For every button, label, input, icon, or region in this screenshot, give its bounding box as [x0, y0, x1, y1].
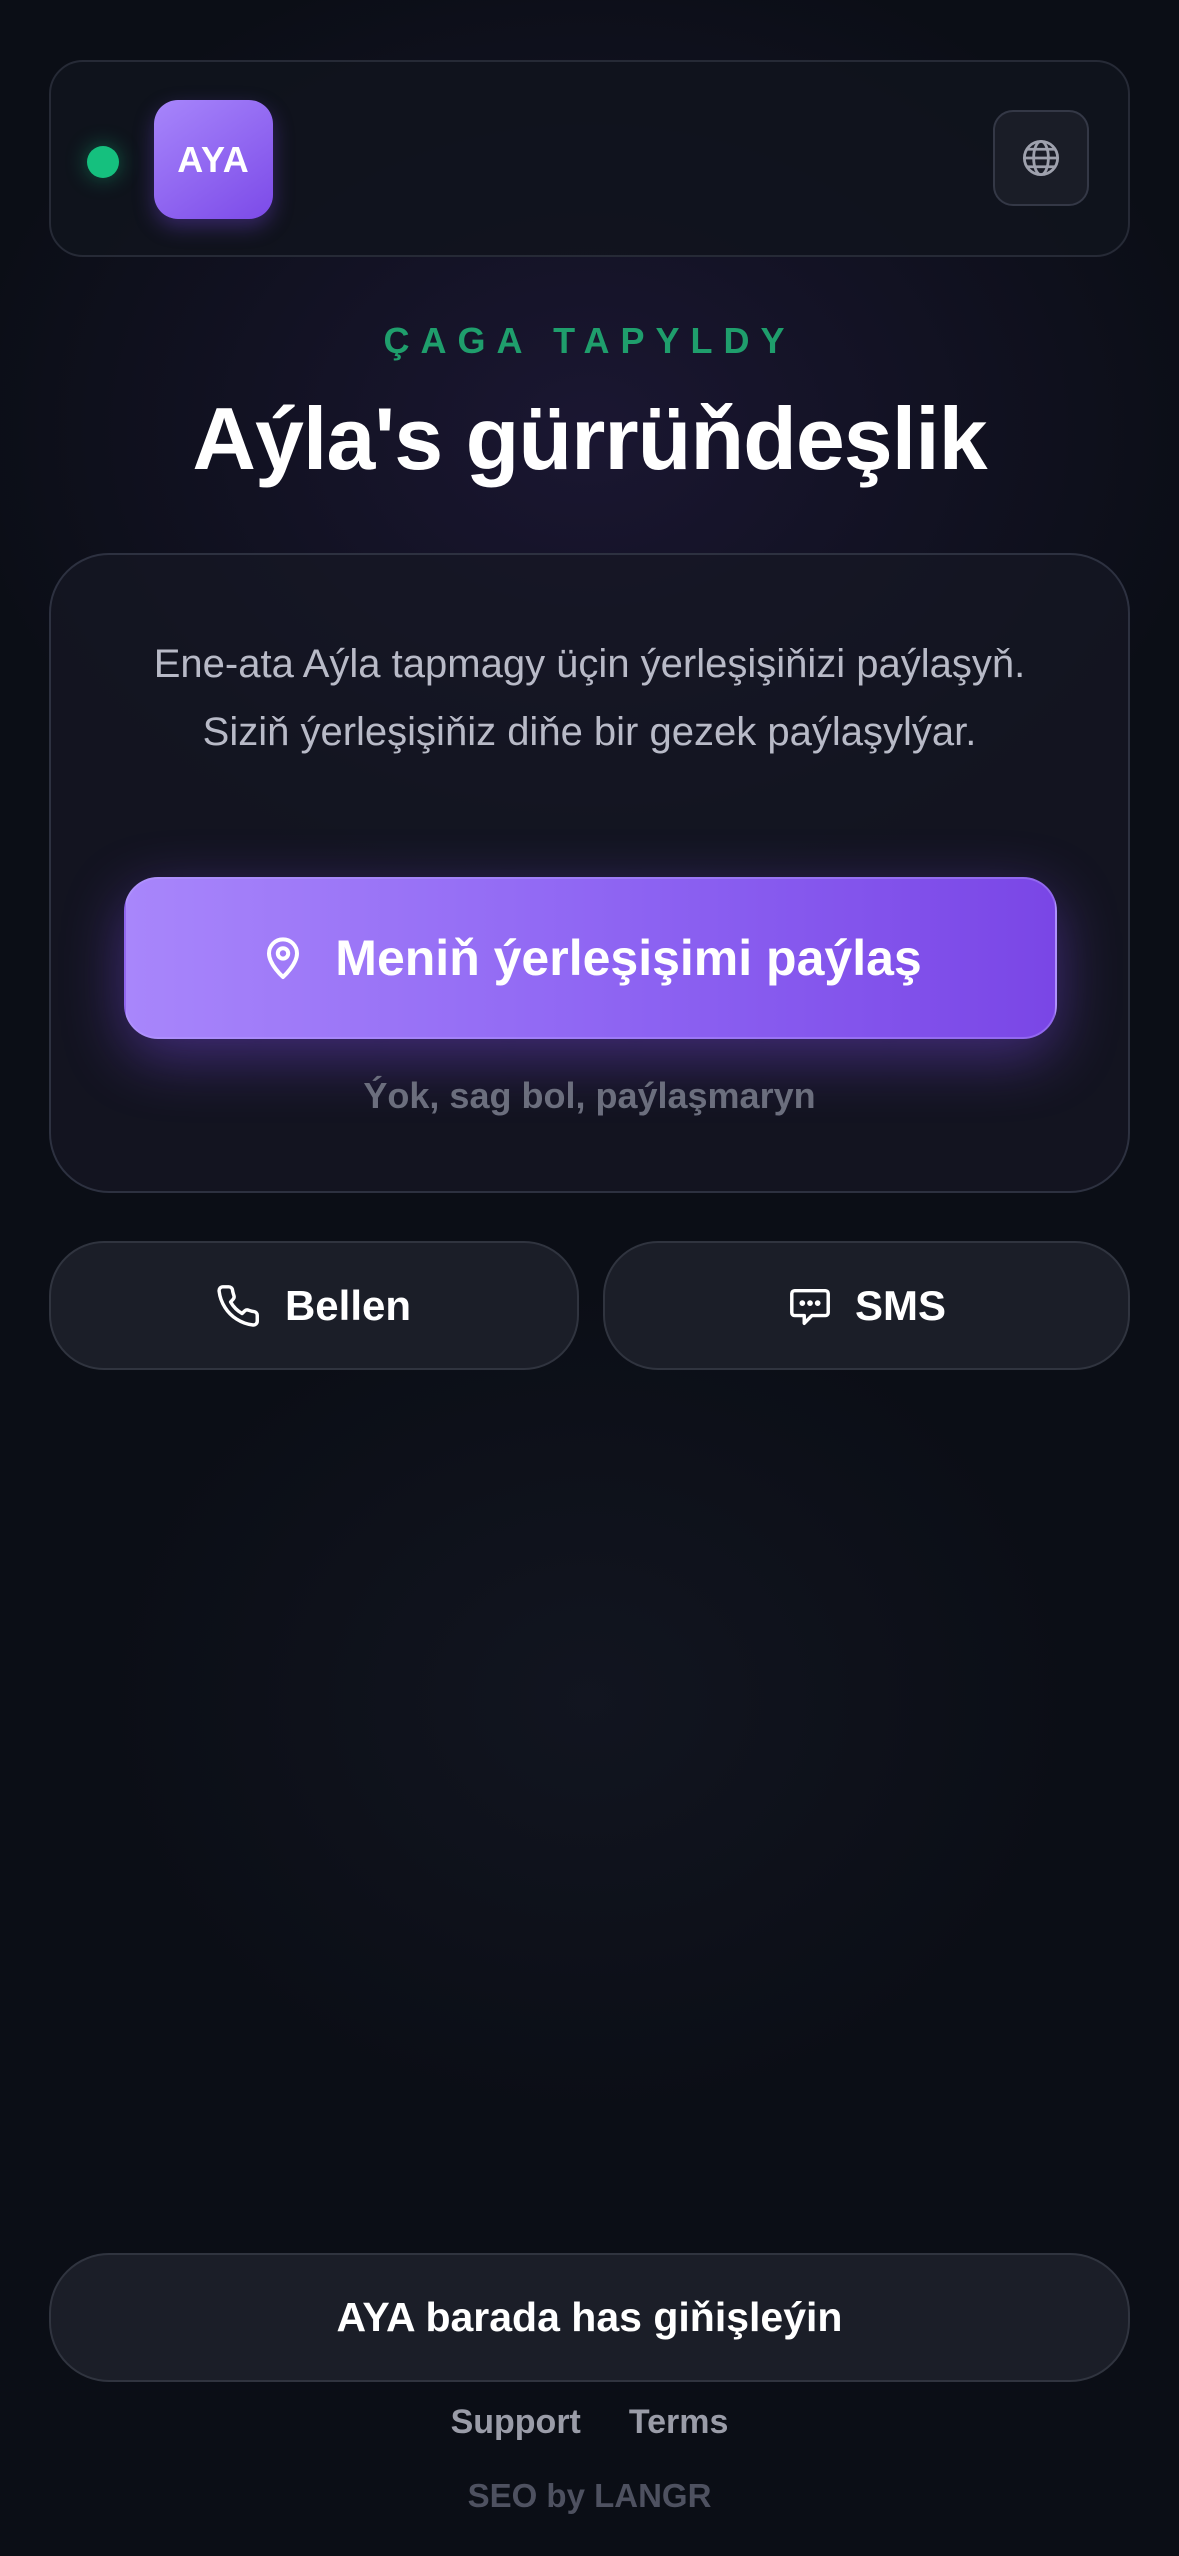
powered-by-label: SEO by LANGR: [467, 2477, 712, 2514]
globe-icon: [1022, 139, 1060, 177]
footer-links: Support Terms: [0, 2403, 1179, 2442]
decline-share-link[interactable]: Ýok, sag bol, paýlaşmaryn: [51, 1075, 1128, 1117]
call-button[interactable]: Bellen: [49, 1241, 579, 1370]
call-label: Bellen: [284, 1281, 412, 1329]
found-eyebrow-label: ÇAGA TAPYLDY: [383, 320, 796, 361]
share-location-button[interactable]: Meniň ýerleşişimi paýlaş: [124, 877, 1057, 1039]
header-bar: AYA: [49, 60, 1130, 257]
sms-label: SMS: [854, 1281, 946, 1329]
learn-more-button[interactable]: AYA barada has giňişleýin: [49, 2253, 1130, 2382]
location-pin-icon: [267, 937, 300, 979]
chat-bubble-icon: [790, 1288, 830, 1325]
share-location-card: Ene-ata Aýla tapmagy üçin ýerleşişiňizi …: [49, 553, 1130, 1193]
app-logo: AYA: [154, 100, 273, 219]
terms-link[interactable]: Terms: [629, 2403, 729, 2442]
share-location-label: Meniň ýerleşişimi paýlaş: [335, 930, 922, 986]
phone-icon: [217, 1284, 259, 1327]
sms-button[interactable]: SMS: [603, 1241, 1130, 1370]
status-indicator: [87, 146, 119, 178]
support-link[interactable]: Support: [451, 2403, 581, 2442]
page-title: Aýla's gürrüňdeşlik: [192, 389, 987, 488]
language-button[interactable]: [993, 110, 1089, 206]
share-description: Ene-ata Aýla tapmagy üçin ýerleşişiňizi …: [153, 642, 1026, 754]
